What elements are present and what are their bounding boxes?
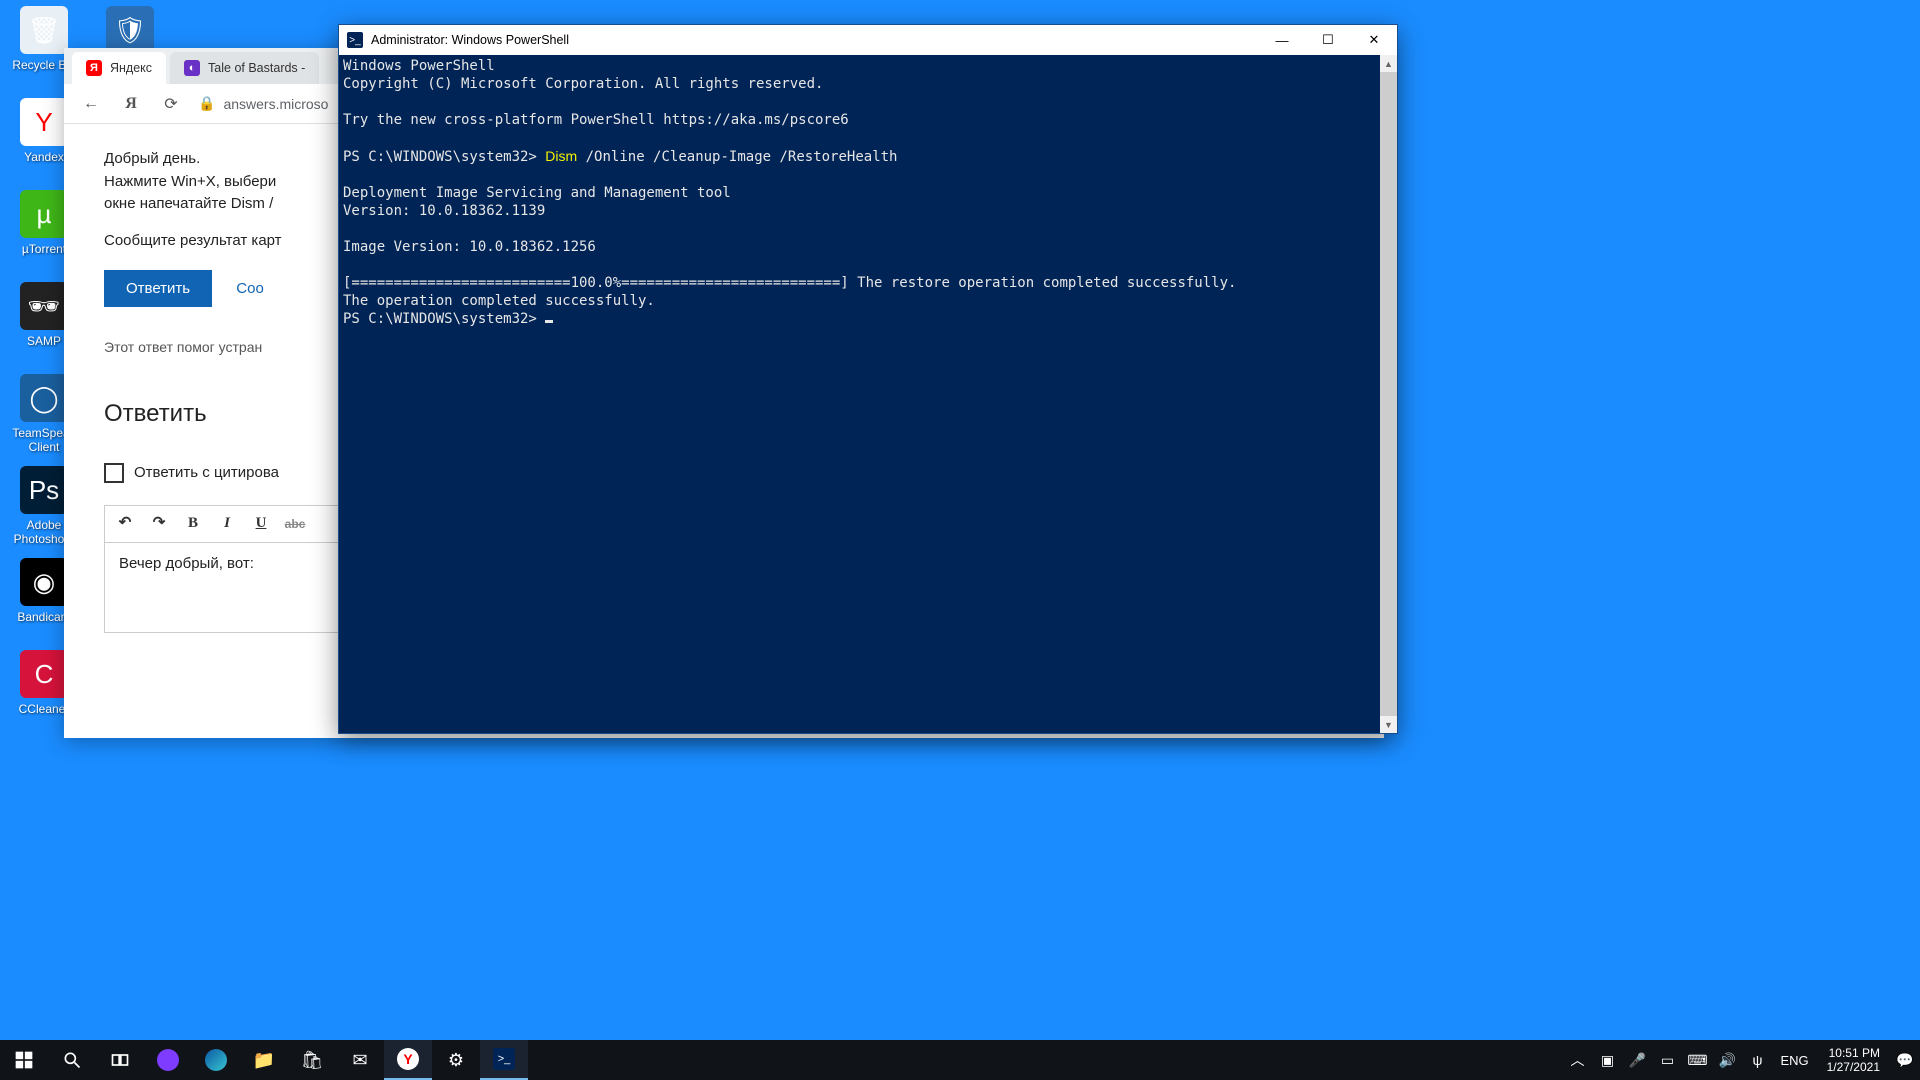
usb-icon: ψ <box>1752 1052 1762 1068</box>
windows-icon <box>14 1050 34 1070</box>
close-button[interactable]: ✕ <box>1351 25 1397 55</box>
taskview-button[interactable] <box>96 1040 144 1080</box>
tray-mic[interactable]: 🎤 <box>1622 1052 1652 1069</box>
shield-icon: ▣ <box>1601 1052 1614 1069</box>
taskbar: 📁 🛍 ✉ Y ⚙ >_ ︿ ▣ 🎤 ▭ ⌨ 🔊 ψ ENG 10:51 PM … <box>0 1040 1920 1080</box>
tab-label: Яндекс <box>110 61 152 75</box>
yandex-home-button[interactable]: Я <box>118 91 144 117</box>
scroll-down-button[interactable]: ▼ <box>1380 716 1397 733</box>
scroll-track[interactable] <box>1380 72 1397 716</box>
reply-button[interactable]: Ответить <box>104 270 212 307</box>
powershell-title-text: Administrator: Windows PowerShell <box>371 33 569 47</box>
action-center[interactable]: 💬 <box>1890 1052 1920 1069</box>
battery-icon: ▭ <box>1661 1052 1674 1069</box>
tab-tale[interactable]: ◐ Tale of Bastards - <box>170 52 319 84</box>
tab-label: Tale of Bastards - <box>208 61 305 75</box>
app-icon: C <box>20 650 68 698</box>
search-icon <box>62 1050 82 1070</box>
app-icon: 🕶 <box>20 282 68 330</box>
app-icon: ◉ <box>20 558 68 606</box>
underline-button[interactable]: U <box>247 510 275 538</box>
language-indicator[interactable]: ENG <box>1772 1053 1816 1068</box>
app-icon: Ps <box>20 466 68 514</box>
bold-button[interactable]: B <box>179 510 207 538</box>
search-button[interactable] <box>48 1040 96 1080</box>
reload-button[interactable]: ⟳ <box>158 91 184 117</box>
powershell-titlebar[interactable]: >_ Administrator: Windows PowerShell — ☐… <box>339 25 1397 55</box>
powershell-icon: >_ <box>347 32 363 48</box>
gear-icon: ⚙ <box>448 1050 464 1071</box>
store-icon: 🛍 <box>301 1050 324 1071</box>
favicon-tale: ◐ <box>184 60 200 76</box>
undo-button[interactable]: ↶ <box>111 510 139 538</box>
minimize-button[interactable]: — <box>1259 25 1305 55</box>
edge-icon <box>205 1049 227 1071</box>
maximize-button[interactable]: ☐ <box>1305 25 1351 55</box>
terminal-output[interactable]: Windows PowerShell Copyright (C) Microso… <box>339 55 1380 733</box>
tab-yandex[interactable]: Я Яндекс <box>72 52 166 84</box>
tray-usb[interactable]: ψ <box>1742 1052 1772 1068</box>
app-icon: 🗑 <box>20 6 68 54</box>
url-text: answers.microso <box>223 96 328 112</box>
taskbar-app-explorer[interactable]: 📁 <box>240 1040 288 1080</box>
notification-icon: 💬 <box>1896 1052 1913 1069</box>
quote-checkbox[interactable] <box>104 463 124 483</box>
lock-icon: 🔒 <box>198 95 215 112</box>
tray-keyboard[interactable]: ⌨ <box>1682 1052 1712 1069</box>
favicon-yandex: Я <box>86 60 102 76</box>
quote-label: Ответить с цитирова <box>134 462 279 485</box>
powershell-window: >_ Administrator: Windows PowerShell — ☐… <box>338 24 1398 734</box>
time-text: 10:51 PM <box>1827 1046 1880 1060</box>
alice-icon <box>157 1049 179 1071</box>
italic-button[interactable]: I <box>213 510 241 538</box>
strike-button[interactable]: abc <box>281 510 309 538</box>
start-button[interactable] <box>0 1040 48 1080</box>
taskview-icon <box>110 1050 130 1070</box>
report-link[interactable]: Соо <box>236 280 264 297</box>
redo-button[interactable]: ↷ <box>145 510 173 538</box>
tray-security[interactable]: ▣ <box>1592 1052 1622 1069</box>
scrollbar[interactable]: ▲ ▼ <box>1380 55 1397 733</box>
taskbar-app-edge[interactable] <box>192 1040 240 1080</box>
taskbar-app-mail[interactable]: ✉ <box>336 1040 384 1080</box>
yandex-icon: Y <box>397 1048 419 1070</box>
taskbar-app-store[interactable]: 🛍 <box>288 1040 336 1080</box>
chevron-up-icon: ︿ <box>1570 1050 1584 1070</box>
mail-icon: ✉ <box>352 1050 367 1071</box>
mic-icon: 🎤 <box>1629 1052 1646 1069</box>
app-icon: ◯ <box>20 374 68 422</box>
tray-overflow[interactable]: ︿ <box>1562 1050 1592 1070</box>
app-icon: Y <box>20 98 68 146</box>
keyboard-icon: ⌨ <box>1687 1052 1707 1069</box>
tray-volume[interactable]: 🔊 <box>1712 1052 1742 1069</box>
folder-icon: 📁 <box>253 1050 275 1071</box>
date-text: 1/27/2021 <box>1827 1060 1880 1074</box>
taskbar-app-settings[interactable]: ⚙ <box>432 1040 480 1080</box>
back-button[interactable]: ← <box>78 91 104 117</box>
volume-icon: 🔊 <box>1719 1052 1736 1069</box>
scroll-up-button[interactable]: ▲ <box>1380 55 1397 72</box>
powershell-taskbar-icon: >_ <box>493 1048 515 1070</box>
clock[interactable]: 10:51 PM 1/27/2021 <box>1817 1046 1890 1074</box>
taskbar-app-alice[interactable] <box>144 1040 192 1080</box>
taskbar-app-yandex[interactable]: Y <box>384 1040 432 1080</box>
tray-battery[interactable]: ▭ <box>1652 1052 1682 1069</box>
taskbar-app-powershell[interactable]: >_ <box>480 1040 528 1080</box>
app-icon: µ <box>20 190 68 238</box>
